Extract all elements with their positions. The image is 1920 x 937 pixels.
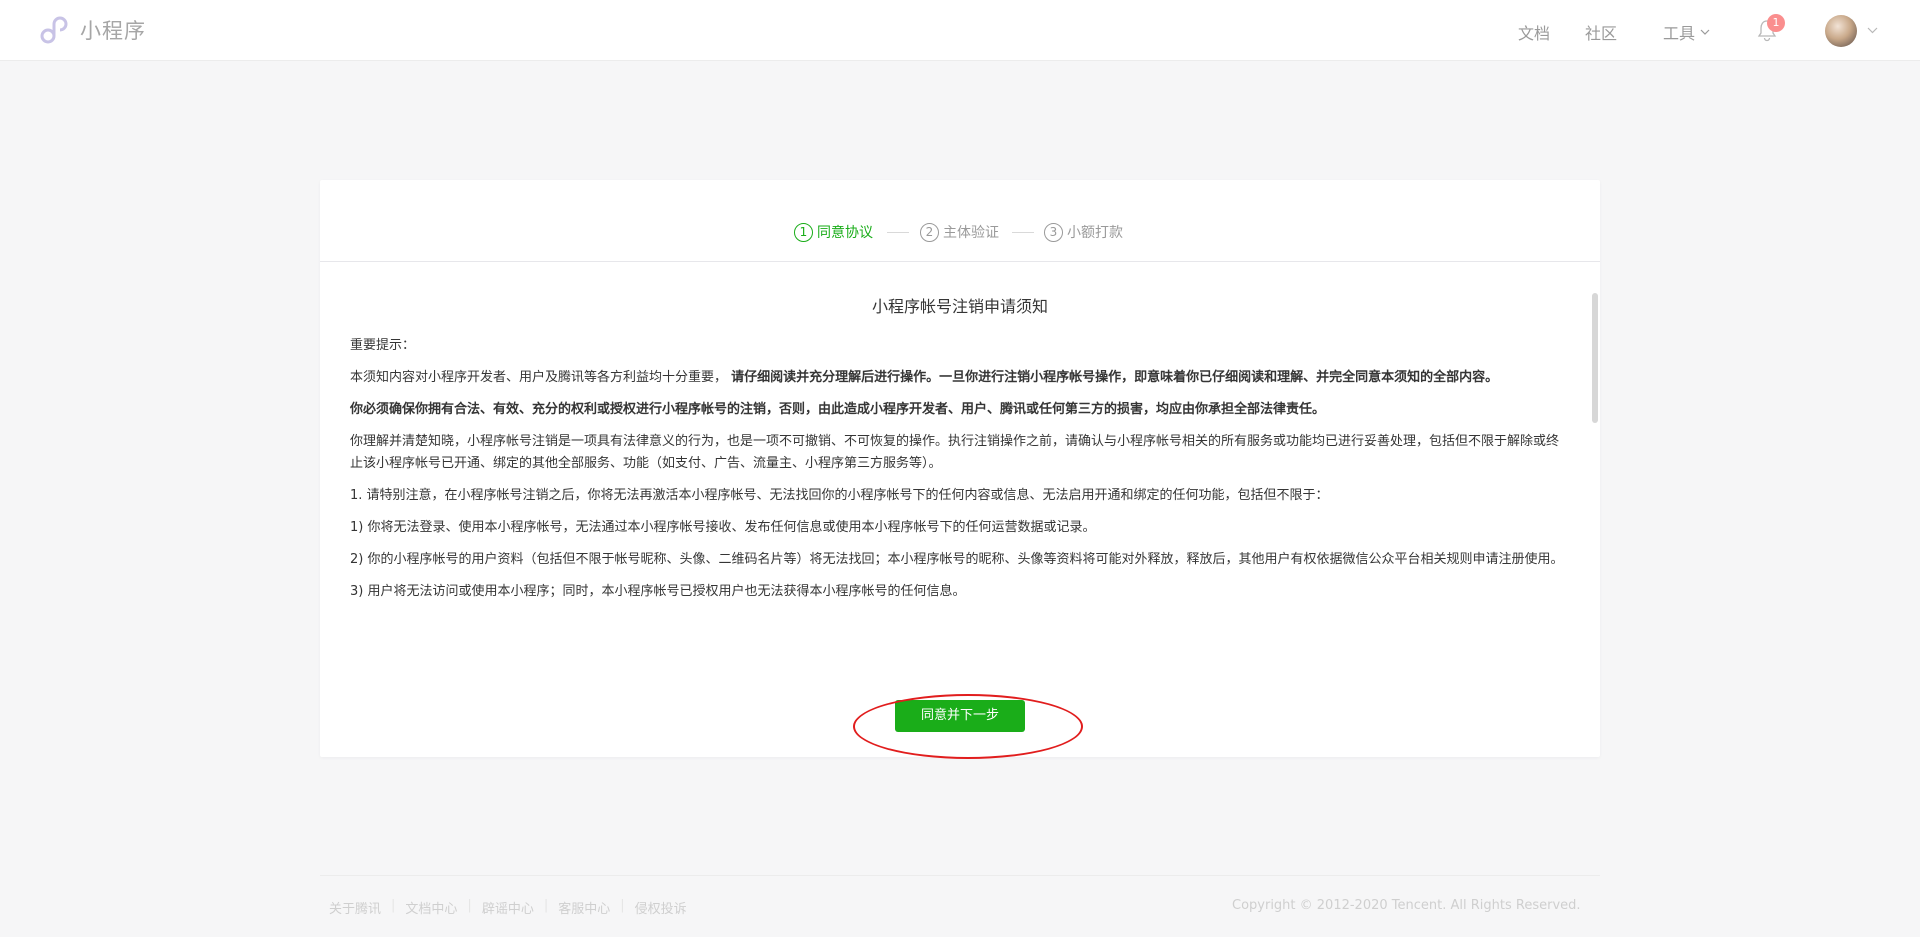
nav-community[interactable]: 社区 [1585, 20, 1617, 44]
notice-paragraph: 3) 用户将无法访问或使用本小程序；同时，本小程序帐号已授权用户也无法获得本小程… [350, 584, 966, 599]
notice-paragraph: 本须知内容对小程序开发者、用户及腾讯等各方利益均十分重要， 请仔细阅读并充分理解… [350, 370, 1499, 385]
footer-link-rumor[interactable]: 辟谣中心 [482, 898, 534, 917]
mini-program-logo-icon [40, 16, 68, 44]
footer-link-support[interactable]: 客服中心 [558, 898, 610, 917]
avatar[interactable] [1825, 15, 1857, 47]
notice-paragraph: 2) 你的小程序帐号的用户资料（包括但不限于帐号昵称、头像、二维码名片等）将无法… [350, 552, 1564, 567]
step-number: 3 [1044, 222, 1063, 242]
step-label: 同意协议 [817, 225, 873, 241]
footer-divider [320, 875, 1600, 876]
footer-separator: | [467, 898, 472, 913]
scrollbar-thumb[interactable] [1592, 293, 1598, 423]
agreement-card: 1 同意协议 2 主体验证 3 小额打款 小程序帐号注销申请须知 重要提示： 本… [320, 180, 1600, 757]
copyright: Copyright © 2012-2020 Tencent. All Right… [1232, 898, 1581, 913]
step-number: 1 [794, 222, 813, 242]
step-divider [1012, 232, 1034, 233]
notice-paragraph: 重要提示： [350, 338, 416, 353]
chevron-down-icon[interactable] [1866, 24, 1879, 37]
step-label: 小额打款 [1067, 225, 1123, 241]
logo-text: 小程序 [80, 19, 146, 43]
step-indicator: 1 同意协议 2 主体验证 3 小额打款 [320, 180, 1600, 262]
footer-separator: | [391, 898, 396, 913]
notice-title: 小程序帐号注销申请须知 [871, 297, 1048, 316]
footer-separator: | [620, 898, 625, 913]
footer-separator: | [543, 898, 549, 913]
notice-paragraph: 你理解并清楚知晓，小程序帐号注销是一项具有法律意义的行为，也是一项不可撤销、不可… [350, 434, 1560, 471]
notice-paragraph: 1. 请特别注意，在小程序帐号注销之后，你将无法再激活本小程序帐号、无法找回你的… [350, 488, 1329, 503]
footer-link-docs[interactable]: 文档中心 [405, 898, 457, 917]
notice-body: 重要提示： 本须知内容对小程序开发者、用户及腾讯等各方利益均十分重要， 请仔细阅… [350, 335, 1565, 613]
top-header: 小程序 文档 社区 工具 1 [0, 0, 1920, 61]
footer-links: 关于腾讯 | 文档中心 | 辟谣中心 | 客服中心 | 侵权投诉 [329, 898, 687, 917]
notification-badge: 1 [1767, 14, 1785, 32]
step-payment: 3 小额打款 [1044, 222, 1123, 242]
step-divider [887, 232, 909, 233]
nav-tools-label: 工具 [1663, 24, 1696, 43]
step-number: 2 [920, 222, 939, 242]
footer-link-about[interactable]: 关于腾讯 [329, 898, 381, 917]
agree-next-button[interactable]: 同意并下一步 [895, 700, 1025, 732]
notice-paragraph: 1) 你将无法登录、使用本小程序帐号，无法通过本小程序帐号接收、发布任何信息或使… [350, 520, 1096, 535]
nav-tools[interactable]: 工具 [1663, 20, 1711, 44]
step-label: 主体验证 [943, 225, 999, 241]
footer-link-infringement[interactable]: 侵权投诉 [635, 898, 687, 917]
step-verify: 2 主体验证 [920, 222, 999, 242]
step-agree: 1 同意协议 [794, 222, 873, 242]
nav-docs[interactable]: 文档 [1518, 20, 1550, 44]
logo[interactable]: 小程序 [38, 14, 146, 46]
chevron-down-icon [1700, 29, 1710, 35]
agreement-scroll-area[interactable]: 小程序帐号注销申请须知 重要提示： 本须知内容对小程序开发者、用户及腾讯等各方利… [320, 263, 1600, 623]
notice-paragraph: 你必须确保你拥有合法、有效、充分的权利或授权进行小程序帐号的注销，否则，由此造成… [350, 402, 1326, 417]
